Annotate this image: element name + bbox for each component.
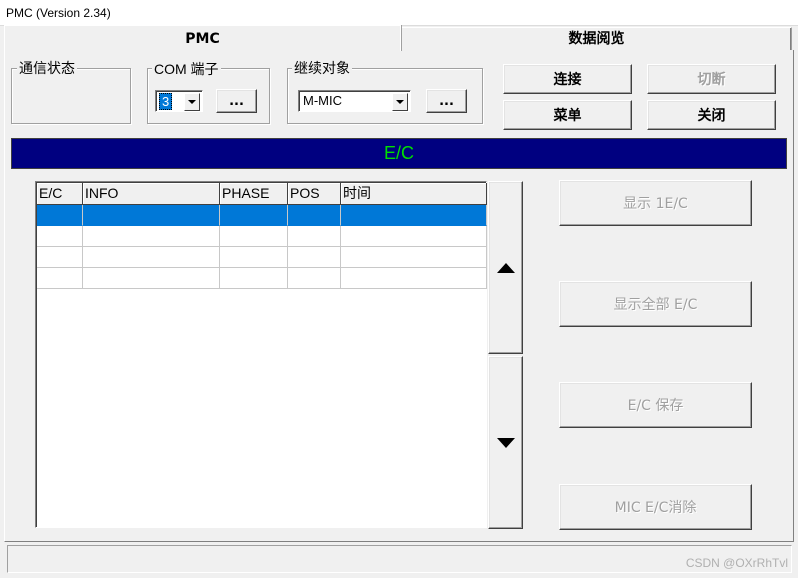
table-cell — [220, 247, 288, 268]
table-cell — [341, 247, 487, 268]
chevron-down-icon — [188, 100, 196, 104]
target-title: 继续对象 — [292, 61, 352, 77]
connect-button[interactable]: 连接 — [503, 64, 632, 94]
column-header-phase[interactable]: PHASE — [220, 183, 288, 205]
table-cell — [83, 247, 220, 268]
column-header-time[interactable]: 时间 — [341, 183, 487, 205]
com-port-value: 3 — [159, 93, 173, 110]
target-value: M-MIC — [303, 93, 342, 108]
disconnect-button[interactable]: 切断 — [647, 64, 776, 94]
table-cell — [220, 226, 288, 247]
triangle-up-icon — [496, 262, 515, 273]
table-cell — [37, 226, 83, 247]
table-cell — [37, 205, 83, 226]
com-port-browse-button[interactable]: ... — [216, 89, 257, 113]
table-cell — [83, 268, 220, 289]
scroll-up-button[interactable] — [488, 181, 523, 354]
com-port-title: COM 端子 — [152, 61, 221, 77]
tab-data-view[interactable]: 数据阅览 — [401, 27, 792, 50]
table-cell — [341, 268, 487, 289]
table-cell — [220, 268, 288, 289]
table-cell — [341, 205, 487, 226]
list-header: E/C INFO PHASE POS 时间 — [37, 183, 487, 205]
window-title-bar: PMC (Version 2.34) — [0, 0, 798, 26]
comm-status-title: 通信状态 — [17, 61, 77, 77]
table-cell — [37, 268, 83, 289]
tab-pmc[interactable]: PMC — [4, 25, 401, 51]
scroll-down-button[interactable] — [488, 356, 523, 529]
show-all-ec-button[interactable]: 显示全部 E/C — [559, 281, 752, 327]
close-button[interactable]: 关闭 — [647, 100, 776, 130]
chevron-down-icon — [396, 100, 404, 104]
table-row[interactable] — [37, 268, 487, 289]
table-row[interactable] — [37, 226, 487, 247]
triangle-down-icon — [496, 437, 515, 448]
save-ec-button[interactable]: E/C 保存 — [559, 382, 752, 428]
table-cell — [288, 268, 341, 289]
table-cell — [288, 226, 341, 247]
table-cell — [220, 205, 288, 226]
ec-list[interactable]: E/C INFO PHASE POS 时间 — [35, 181, 487, 528]
table-cell — [83, 226, 220, 247]
com-port-select[interactable]: 3 — [155, 90, 203, 112]
menu-button[interactable]: 菜单 — [503, 100, 632, 130]
table-cell — [341, 226, 487, 247]
column-header-pos[interactable]: POS — [288, 183, 341, 205]
status-bar — [7, 545, 792, 573]
table-cell — [37, 247, 83, 268]
column-header-ec[interactable]: E/C — [37, 183, 83, 205]
target-browse-button[interactable]: ... — [426, 89, 467, 113]
column-header-info[interactable]: INFO — [83, 183, 220, 205]
table-cell — [288, 205, 341, 226]
table-row[interactable] — [37, 247, 487, 268]
watermark: CSDN @OXrRhTvl — [685, 556, 788, 570]
clear-mic-ec-button[interactable]: MIC E/C消除 — [559, 484, 752, 530]
table-cell — [83, 205, 220, 226]
ec-banner: E/C — [11, 138, 787, 169]
target-select[interactable]: M-MIC — [298, 90, 411, 112]
com-port-dropdown-button[interactable] — [184, 93, 200, 111]
show-one-ec-button[interactable]: 显示 1E/C — [559, 180, 752, 226]
target-dropdown-button[interactable] — [392, 93, 408, 111]
window-title: PMC (Version 2.34) — [6, 6, 111, 20]
table-row[interactable] — [37, 205, 487, 226]
table-cell — [288, 247, 341, 268]
